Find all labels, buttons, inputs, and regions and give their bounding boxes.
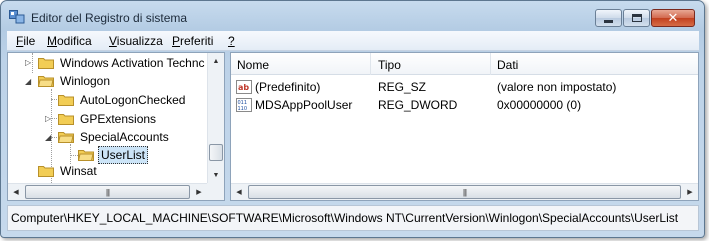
tree-item-label: Winsat: [60, 163, 97, 178]
folder-icon: [38, 58, 54, 69]
scroll-right-arrow-icon[interactable]: ▶: [191, 184, 207, 200]
registry-editor-app-icon: [9, 10, 25, 24]
tree-vertical-scrollbar[interactable]: ▲ ▼: [207, 53, 224, 183]
svg-text:110: 110: [238, 106, 248, 112]
scroll-up-arrow-icon[interactable]: ▲: [208, 53, 224, 69]
tree-item-autologonchecked[interactable]: AutoLogonChecked: [58, 90, 187, 109]
list-row-mdsapppooluser[interactable]: 011 110 MDSAppPoolUser REG_DWORD 0x00000…: [231, 96, 698, 114]
tree-item-label: Windows Activation Technc: [60, 55, 205, 70]
scroll-left-arrow-icon[interactable]: ◀: [231, 184, 247, 200]
menu-preferiti[interactable]: Preferiti: [172, 34, 213, 48]
open-folder-icon: [58, 132, 74, 143]
title-bar[interactable]: Editor del Registro di sistema ✕: [1, 1, 704, 31]
list-header: Nome Tipo Dati: [231, 53, 698, 75]
column-divider[interactable]: [490, 53, 491, 75]
list-horizontal-scroll-thumb[interactable]: |||: [248, 185, 681, 199]
value-data: (valore non impostato): [497, 80, 617, 94]
value-data: 0x00000000 (0): [497, 98, 582, 112]
expand-arrow-icon[interactable]: ▷: [25, 58, 31, 67]
folder-icon: [58, 95, 74, 106]
collapse-arrow-icon[interactable]: ◢: [25, 77, 31, 86]
collapse-arrow-icon[interactable]: ◢: [45, 133, 51, 142]
folder-icon: [58, 114, 74, 125]
column-header-name[interactable]: Nome: [237, 58, 269, 72]
menu-file[interactable]: File: [16, 34, 35, 48]
scroll-corner: [207, 183, 224, 200]
tree-guide-line: [32, 53, 33, 73]
key-path: Computer\HKEY_LOCAL_MACHINE\SOFTWARE\Mic…: [11, 211, 679, 225]
string-value-icon: ab: [236, 80, 252, 94]
tree-vertical-scroll-thumb[interactable]: [209, 144, 223, 161]
scroll-down-arrow-icon[interactable]: ▼: [208, 167, 224, 183]
open-folder-icon: [38, 76, 54, 87]
key-tree-pane[interactable]: ▷ Windows Activation Technc ◢ Winlogon A…: [7, 52, 225, 201]
tree-item-label: AutoLogonChecked: [80, 92, 186, 107]
value-type: REG_DWORD: [378, 98, 458, 112]
scroll-right-arrow-icon[interactable]: ▶: [682, 184, 698, 200]
open-folder-icon: [78, 150, 94, 161]
tree-item-label-selected: UserList: [98, 145, 149, 164]
tree-item-label: Winlogon: [60, 73, 111, 88]
minimize-icon: [604, 19, 613, 23]
menu-visualizza[interactable]: Visualizza: [109, 34, 163, 48]
menu-help[interactable]: ?: [228, 34, 235, 48]
tree-item-specialaccounts[interactable]: SpecialAccounts: [58, 127, 171, 146]
scroll-grip-icon: |||: [462, 187, 467, 197]
tree-horizontal-scroll-thumb[interactable]: |||: [25, 185, 190, 199]
column-divider[interactable]: [370, 53, 371, 75]
expand-arrow-icon[interactable]: ▷: [45, 114, 51, 123]
tree-item-windows-activation[interactable]: Windows Activation Technc: [38, 53, 207, 72]
binary-value-icon: 011 110: [236, 98, 252, 112]
tree-item-winlogon[interactable]: Winlogon: [38, 71, 112, 90]
tree-item-winsat[interactable]: Winsat: [38, 161, 99, 180]
scroll-grip-icon: |||: [105, 187, 110, 197]
list-row-predefinito[interactable]: ab (Predefinito) REG_SZ (valore non impo…: [231, 78, 698, 96]
status-bar: Computer\HKEY_LOCAL_MACHINE\SOFTWARE\Mic…: [7, 205, 699, 231]
value-name: MDSAppPoolUser: [255, 98, 353, 112]
close-icon: ✕: [667, 10, 679, 26]
menu-modifica[interactable]: Modifica: [47, 34, 92, 48]
menu-bar: File Modifica Visualizza Preferiti ?: [7, 31, 699, 51]
column-header-data[interactable]: Dati: [497, 58, 518, 72]
value-type: REG_SZ: [378, 80, 427, 94]
maximize-icon: [631, 14, 642, 22]
maximize-button[interactable]: [623, 9, 650, 27]
tree-guide-line: [70, 155, 78, 156]
scroll-left-arrow-icon[interactable]: ◀: [8, 184, 24, 200]
values-list-pane[interactable]: Nome Tipo Dati ab (Predefinito) REG_SZ (…: [230, 52, 699, 201]
column-header-type[interactable]: Tipo: [378, 58, 401, 72]
tree-item-label: GPExtensions: [80, 111, 157, 126]
close-button[interactable]: ✕: [651, 9, 695, 27]
list-horizontal-scrollbar[interactable]: ◀ ||| ▶: [231, 183, 698, 200]
registry-editor-window: Editor del Registro di sistema ✕ File Mo…: [0, 0, 705, 238]
minimize-button[interactable]: [595, 9, 622, 27]
tree-item-label: SpecialAccounts: [80, 129, 169, 144]
folder-icon: [38, 166, 54, 177]
tree-item-gpextensions[interactable]: GPExtensions: [58, 109, 158, 128]
svg-text:ab: ab: [238, 83, 249, 92]
window-title: Editor del Registro di sistema: [31, 11, 188, 25]
value-name: (Predefinito): [255, 80, 321, 94]
tree-horizontal-scrollbar[interactable]: ◀ ||| ▶: [8, 183, 207, 200]
